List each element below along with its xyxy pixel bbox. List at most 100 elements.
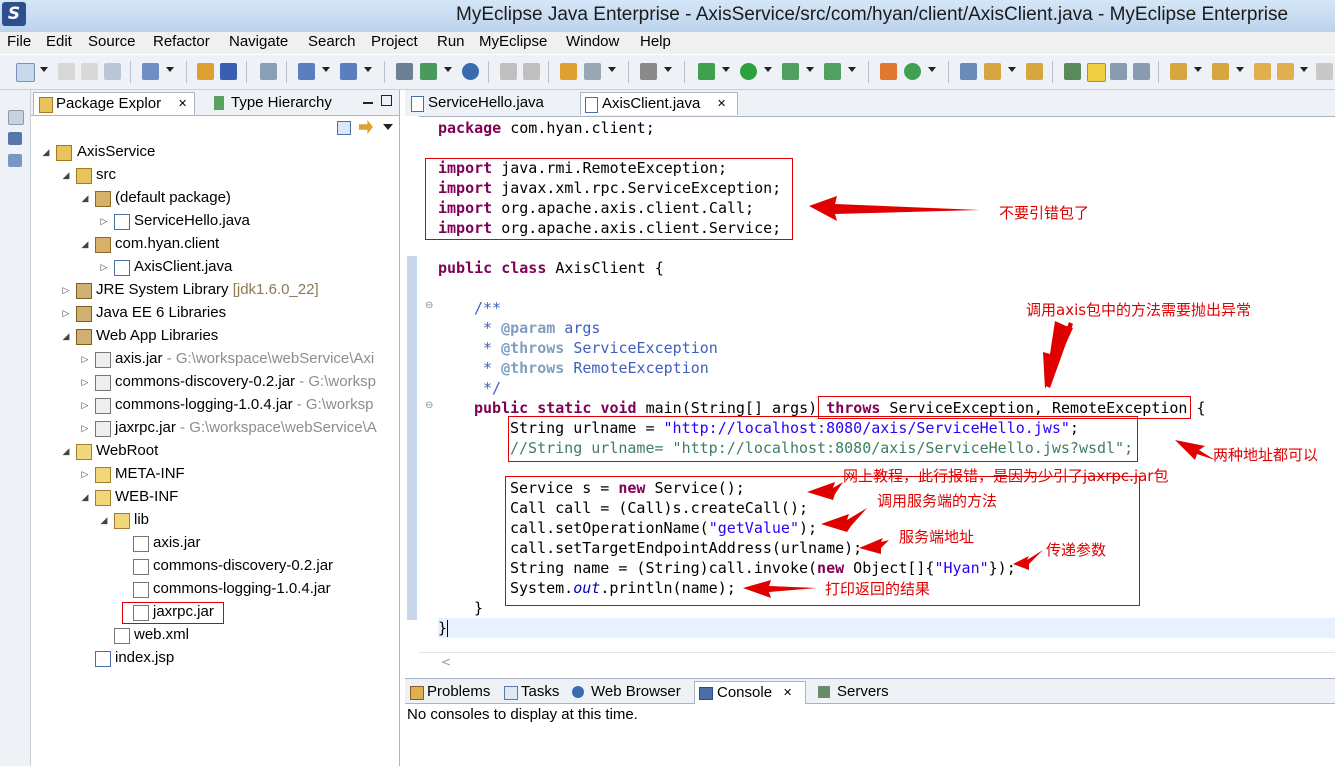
forward-icon[interactable]	[1316, 63, 1333, 80]
tree-item-web-xml[interactable]: web.xml	[31, 624, 399, 646]
tab-problems[interactable]: Problems	[407, 681, 499, 703]
restore-view-icon[interactable]	[8, 110, 24, 125]
tree-item-default-package[interactable]: ◢ (default package)	[31, 187, 399, 209]
tree-item-lib-commons-logging[interactable]: ▷ commons-logging-1.0.4.jar - G:\worksp	[31, 394, 399, 416]
navigator-view-icon[interactable]	[8, 132, 22, 145]
package-icon	[95, 191, 111, 207]
tree-item-webroot[interactable]: ◢ WebRoot	[31, 440, 399, 462]
back-icon[interactable]	[1277, 63, 1294, 80]
minimize-icon[interactable]	[363, 102, 373, 104]
tab-console[interactable]: Console ✕	[694, 681, 806, 704]
package-explorer-tabs: Package Explor ✕ Type Hierarchy	[31, 90, 399, 116]
jar-file-icon	[133, 536, 149, 552]
external-tools-icon[interactable]	[824, 63, 841, 80]
save-all-icon[interactable]	[81, 63, 98, 80]
tree-item-meta-inf[interactable]: ▷ META-INF	[31, 463, 399, 485]
left-trim-bar	[0, 90, 31, 766]
package-icon[interactable]	[197, 63, 214, 80]
open-task-icon[interactable]	[523, 63, 540, 80]
open-type-icon[interactable]	[500, 63, 517, 80]
tree-item-com-hyan-client[interactable]: ◢ com.hyan.client	[31, 233, 399, 255]
arrow-imports	[809, 196, 980, 221]
menu-search[interactable]: Search	[308, 32, 356, 52]
tools-icon[interactable]	[340, 63, 357, 80]
menu-edit[interactable]: Edit	[46, 32, 72, 52]
open-folder-icon[interactable]	[960, 63, 977, 80]
scroll-left-icon[interactable]: <	[441, 655, 451, 669]
save-icon[interactable]	[58, 63, 75, 80]
close-icon[interactable]: ✕	[783, 682, 792, 704]
run-icon[interactable]	[740, 63, 757, 80]
tab-web-browser[interactable]: Web Browser	[569, 681, 691, 703]
tree-item-axisclient-java[interactable]: ▷ AxisClient.java	[31, 256, 399, 278]
tree-item-jre-system-library[interactable]: ▷ JRE System Library [jdk1.6.0_22]	[31, 279, 399, 301]
folder-icon	[76, 444, 92, 460]
settings-icon[interactable]	[584, 63, 601, 80]
menu-myeclipse[interactable]: MyEclipse	[479, 32, 547, 52]
horizontal-scrollbar[interactable]: <	[419, 652, 1335, 675]
browser-icon[interactable]	[462, 63, 479, 80]
link-with-editor-icon[interactable]	[359, 120, 373, 134]
tree-item-src[interactable]: ◢ src	[31, 164, 399, 186]
new-class-wizard-icon[interactable]	[904, 63, 921, 80]
menu-help[interactable]: Help	[640, 32, 671, 52]
run-history-icon[interactable]	[782, 63, 799, 80]
tree-item-web-inf[interactable]: ◢ WEB-INF	[31, 486, 399, 508]
tab-label: Servers	[837, 683, 889, 700]
show-whitespace-icon[interactable]	[1133, 63, 1150, 80]
tree-item-lib[interactable]: ◢ lib	[31, 509, 399, 531]
servers-icon	[818, 686, 830, 698]
menu-run[interactable]: Run	[437, 32, 465, 52]
tree-item-lib-jaxrpc-jar[interactable]: ▷ jaxrpc.jar - G:\workspace\webService\A	[31, 417, 399, 439]
block-selection-icon[interactable]	[1110, 63, 1127, 80]
terminal-icon[interactable]	[640, 63, 657, 80]
outline-view-icon[interactable]	[8, 154, 22, 167]
debug-icon[interactable]	[698, 63, 715, 80]
search-tool-icon[interactable]	[984, 63, 1001, 80]
tab-label: Console	[717, 684, 773, 701]
new-project-icon[interactable]	[142, 63, 159, 80]
web-project-icon[interactable]	[396, 63, 413, 80]
deploy-icon[interactable]	[220, 63, 237, 80]
tab-type-hierarchy[interactable]: Type Hierarchy	[211, 92, 346, 114]
last-edit-icon[interactable]	[1254, 63, 1271, 80]
tree-item-webinf-axis-jar[interactable]: axis.jar	[31, 532, 399, 554]
print-icon[interactable]	[104, 63, 121, 80]
new-java-project-icon[interactable]	[880, 63, 897, 80]
tab-tasks[interactable]: Tasks	[501, 681, 567, 703]
close-icon[interactable]: ✕	[178, 93, 187, 115]
menu-window[interactable]: Window	[566, 32, 619, 52]
collapse-all-icon[interactable]	[337, 121, 351, 135]
xml-file-icon	[114, 628, 130, 644]
menu-refactor[interactable]: Refactor	[153, 32, 210, 52]
next-annotation-icon[interactable]	[1170, 63, 1187, 80]
run-server-icon[interactable]	[420, 63, 437, 80]
new-class-icon[interactable]	[560, 63, 577, 80]
tree-item-index-jsp[interactable]: index.jsp	[31, 647, 399, 669]
view-menu-icon[interactable]	[383, 124, 393, 130]
tree-item-lib-commons-discovery[interactable]: ▷ commons-discovery-0.2.jar - G:\worksp	[31, 371, 399, 393]
menu-navigate[interactable]: Navigate	[229, 32, 288, 52]
tab-servers[interactable]: Servers	[815, 681, 901, 703]
tree-item-axisservice[interactable]: ◢ AxisService	[31, 141, 399, 163]
tree-item-webinf-commons-discovery[interactable]: commons-discovery-0.2.jar	[31, 555, 399, 577]
tree-item-servicehello-java[interactable]: ▷ ServiceHello.java	[31, 210, 399, 232]
wizard-icon[interactable]	[298, 63, 315, 80]
mark-occurrences-icon[interactable]	[1087, 63, 1106, 82]
menu-source[interactable]: Source	[88, 32, 136, 52]
tree-item-java-ee-6-libraries[interactable]: ▷ Java EE 6 Libraries	[31, 302, 399, 324]
server-icon[interactable]	[260, 63, 277, 80]
tree-item-web-app-libraries[interactable]: ◢ Web App Libraries	[31, 325, 399, 347]
menu-project[interactable]: Project	[371, 32, 418, 52]
tree-label: commons-discovery-0.2.jar	[115, 373, 296, 390]
tab-package-explorer[interactable]: Package Explor ✕	[33, 92, 195, 115]
menu-file[interactable]: File	[7, 32, 31, 52]
tree-item-lib-axis-jar[interactable]: ▷ axis.jar - G:\workspace\webService\Axi	[31, 348, 399, 370]
new-wizard-icon[interactable]	[16, 63, 35, 82]
annotation-note: 两种地址都可以	[1213, 446, 1319, 464]
open-resource-icon[interactable]	[1026, 63, 1043, 80]
previous-annotation-icon[interactable]	[1212, 63, 1229, 80]
toggle-breadcrumb-icon[interactable]	[1064, 63, 1081, 80]
maximize-icon[interactable]	[381, 95, 392, 106]
tree-item-webinf-commons-logging[interactable]: commons-logging-1.0.4.jar	[31, 578, 399, 600]
